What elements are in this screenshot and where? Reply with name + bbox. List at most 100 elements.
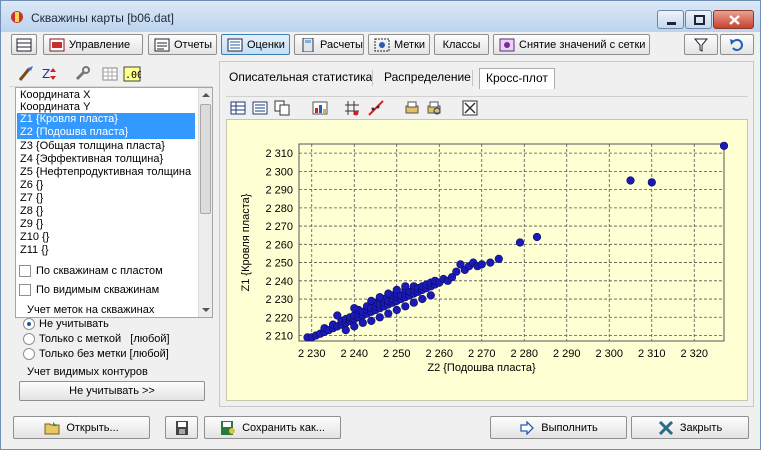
- scatter-point: [452, 267, 461, 276]
- toolbar-marks-button[interactable]: Метки: [368, 34, 430, 55]
- undo-icon: [730, 38, 743, 51]
- wrench-icon[interactable]: [73, 65, 91, 83]
- clear-chart-icon[interactable]: [462, 100, 478, 116]
- list-item[interactable]: Z8 {}: [17, 205, 195, 217]
- print-preview-icon[interactable]: [426, 100, 442, 116]
- window-title: Скважины карты [b06.dat]: [31, 11, 174, 25]
- crossplot-svg: 2 230 2 240 2 250 2 260 2 270 2 280 2 290 2 300…: [240, 141, 729, 374]
- list-item[interactable]: Z10 {}: [17, 231, 195, 243]
- list-item[interactable]: Z6 {}: [17, 179, 195, 191]
- close-button[interactable]: Закрыть: [631, 416, 749, 439]
- list-item[interactable]: Z2 {Подошва пласта}: [17, 126, 195, 139]
- scroll-down-icon[interactable]: [199, 303, 213, 317]
- minimize-button[interactable]: [657, 10, 684, 29]
- copy-icon[interactable]: [274, 100, 290, 116]
- brush-icon[interactable]: [17, 65, 35, 83]
- scatter-point: [358, 318, 367, 327]
- x-tick-label: 2 280: [510, 348, 538, 360]
- x-tick-label: 2 270: [468, 348, 496, 360]
- marks-option-with-mark[interactable]: Только с меткой [любой]: [23, 333, 170, 345]
- close-icon: [729, 15, 740, 25]
- checkbox-box[interactable]: [19, 265, 31, 277]
- toolbar-menu-button[interactable]: [11, 34, 37, 55]
- marks-option-without-mark[interactable]: Только без метки [любой]: [23, 348, 169, 360]
- tab-distribution[interactable]: Распределение: [378, 68, 477, 89]
- statistics-panel: Описательная статистика Распределение Кр…: [219, 61, 754, 407]
- table-view-icon[interactable]: [230, 100, 246, 116]
- filter-button[interactable]: [684, 34, 718, 55]
- contours-button[interactable]: Не учитывать >>: [19, 381, 205, 401]
- radio-button[interactable]: [23, 333, 35, 345]
- list-view-icon[interactable]: [252, 100, 268, 116]
- radio-label: Только с меткой [любой]: [39, 333, 170, 345]
- wells-with-layer-checkbox[interactable]: По скважинам с пластом: [19, 265, 163, 277]
- x-tick-label: 2 230: [298, 348, 326, 360]
- tab-descriptive-statistics[interactable]: Описательная статистика: [223, 68, 378, 89]
- toolbar-grid-values-button[interactable]: Снятие значений с сетки: [493, 34, 650, 55]
- open-button[interactable]: Открыть...: [13, 416, 150, 439]
- print-icon[interactable]: [404, 100, 420, 116]
- chart-toolbar: [226, 96, 748, 118]
- tab-crossplot[interactable]: Кросс-плот: [479, 68, 555, 89]
- y-tick-label: 2 210: [265, 331, 293, 343]
- crossplot-chart: 2 230 2 240 2 250 2 260 2 270 2 280 2 290 2 300…: [226, 119, 748, 401]
- contours-group-title: Учет видимых контуров: [27, 366, 148, 378]
- scatter-point: [350, 322, 359, 331]
- scatter-point: [392, 285, 401, 294]
- scatter-grid-icon[interactable]: [344, 100, 360, 116]
- scatter-point: [719, 141, 729, 150]
- title-bar: Скважины карты [b06.dat]: [1, 1, 760, 32]
- scatter-point: [375, 313, 384, 322]
- y-tick-label: 2 260: [265, 239, 293, 251]
- save-as-button[interactable]: Сохранить как...: [204, 416, 341, 439]
- list-item[interactable]: Z5 {Нефтепродуктивная толщина: [17, 166, 195, 178]
- list-item[interactable]: Z4 {Эффективная толщина}: [17, 153, 195, 165]
- list-scrollbar[interactable]: [198, 88, 212, 317]
- maximize-button[interactable]: [685, 10, 712, 29]
- scatter-point: [392, 305, 401, 315]
- reports-icon: [154, 38, 170, 51]
- run-button-label: Выполнить: [541, 421, 598, 434]
- list-item[interactable]: Координата X: [17, 89, 195, 101]
- scatter-point: [367, 296, 376, 305]
- scroll-thumb[interactable]: [200, 104, 211, 214]
- list-item[interactable]: Z9 {}: [17, 218, 195, 230]
- toolbar-control-button[interactable]: Управление: [43, 34, 143, 55]
- list-item[interactable]: Z3 {Общая толщина пласта}: [17, 140, 195, 152]
- tab-separator: [372, 70, 373, 86]
- run-button[interactable]: Выполнить: [490, 416, 627, 439]
- radio-button[interactable]: [23, 318, 35, 330]
- toolbar-classes-button[interactable]: Классы: [434, 34, 489, 55]
- undo-button[interactable]: [720, 34, 754, 55]
- grid-icon[interactable]: [101, 65, 119, 83]
- number-format-icon[interactable]: .00: [123, 65, 141, 83]
- checkbox-label: По видимым скважинам: [36, 284, 160, 296]
- sort-icon[interactable]: Z: [41, 65, 59, 83]
- radio-button[interactable]: [23, 348, 35, 360]
- scatter-point: [350, 304, 359, 313]
- save-button[interactable]: [165, 416, 198, 439]
- filter-icon: [693, 38, 709, 52]
- toolbar-calculations-button[interactable]: Расчеты: [294, 34, 364, 55]
- list-item[interactable]: Z11 {}: [17, 244, 195, 256]
- x-tick-label: 2 290: [553, 348, 581, 360]
- x-tick-label: 2 250: [383, 348, 411, 360]
- field-selection-panel: Z .00 Координата X Координата Y Z1 {Кров…: [9, 61, 213, 407]
- scatter-point: [647, 178, 656, 187]
- checkbox-box[interactable]: [19, 284, 31, 296]
- chart-type-icon[interactable]: [312, 100, 328, 116]
- close-window-button[interactable]: [713, 10, 754, 29]
- toolbar-estimates-button[interactable]: Оценки: [221, 34, 290, 55]
- scatter-point: [384, 289, 393, 298]
- list-item[interactable]: Координата Y: [17, 101, 195, 113]
- visible-wells-checkbox[interactable]: По видимым скважинам: [19, 284, 159, 296]
- toolbar-classes-label: Классы: [442, 38, 481, 51]
- list-item[interactable]: Z1 {Кровля пласта}: [17, 113, 195, 126]
- scatter-point: [409, 298, 418, 307]
- toolbar-reports-button[interactable]: Отчеты: [148, 34, 217, 55]
- regression-line-icon[interactable]: [368, 100, 384, 116]
- marks-option-ignore[interactable]: Не учитывать: [23, 318, 109, 330]
- toolbar-control-label: Управление: [69, 38, 131, 51]
- list-item[interactable]: Z7 {}: [17, 192, 195, 204]
- scroll-up-icon[interactable]: [199, 88, 213, 102]
